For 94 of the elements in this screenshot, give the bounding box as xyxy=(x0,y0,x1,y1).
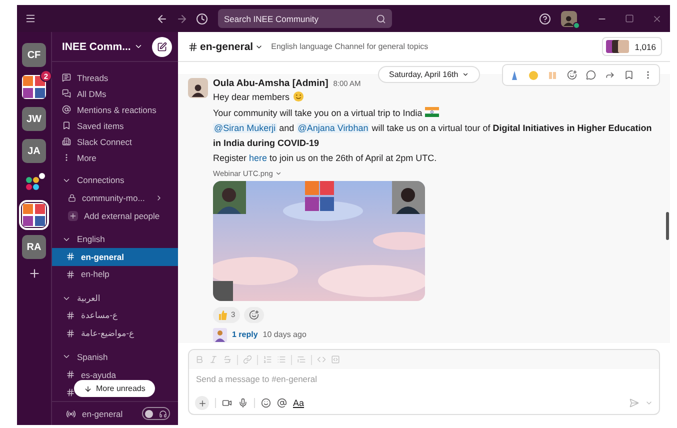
chevron-icon xyxy=(134,42,143,51)
section-title[interactable]: Connections xyxy=(77,175,124,186)
plus-icon xyxy=(198,398,206,408)
message-text: Register here to join us on the 26th of April at 2pm UTC. xyxy=(213,152,438,165)
compose-button[interactable] xyxy=(152,36,172,56)
close-icon[interactable] xyxy=(652,14,662,24)
date-divider[interactable]: Saturday, April 16th xyxy=(378,66,480,83)
huddle-channel: en-general xyxy=(82,408,123,418)
chevron-icon xyxy=(274,170,282,176)
plus-icon xyxy=(68,210,78,221)
nav-item[interactable]: All DMs xyxy=(77,88,106,99)
building-icon xyxy=(62,137,71,146)
thumbs-up-icon xyxy=(218,310,228,320)
reply-icon[interactable] xyxy=(586,70,596,80)
channel-name[interactable]: en-general xyxy=(188,40,264,52)
section-title[interactable]: English xyxy=(77,234,105,244)
formatting-button[interactable]: Aa xyxy=(293,398,304,408)
last-reply-time: 10 days ago xyxy=(262,330,306,339)
hash-icon xyxy=(66,388,75,397)
menu-icon[interactable] xyxy=(25,13,36,24)
author-avatar[interactable] xyxy=(188,78,208,98)
arrow-down-icon xyxy=(84,384,92,392)
channel-item[interactable]: ع-مساعدة xyxy=(52,306,178,324)
compose-icon xyxy=(157,42,167,52)
workspace-button[interactable] xyxy=(22,75,46,99)
message-text: Hey dear members xyxy=(213,90,660,104)
help-icon[interactable] xyxy=(539,12,551,24)
mention-icon[interactable] xyxy=(277,398,287,408)
hash-icon xyxy=(66,328,75,338)
user-avatar[interactable] xyxy=(561,10,577,26)
members-button[interactable]: 1,016 xyxy=(602,37,662,56)
maximize-icon[interactable] xyxy=(625,14,634,23)
channel-item[interactable]: en-help xyxy=(52,266,178,284)
add-reaction-icon xyxy=(249,310,260,320)
mic-icon[interactable] xyxy=(238,398,248,408)
smiley-icon xyxy=(292,91,304,102)
hash-icon xyxy=(66,252,75,262)
search-input[interactable]: Search INEE Community xyxy=(224,14,376,24)
section-title[interactable]: Spanish xyxy=(77,352,108,362)
hash-icon xyxy=(188,42,198,52)
huddle-icon xyxy=(66,408,76,418)
hash-icon xyxy=(66,370,75,380)
nav-item[interactable]: Slack Connect xyxy=(77,136,132,147)
section-title[interactable]: العربية xyxy=(77,292,100,304)
forward-icon[interactable] xyxy=(604,70,614,80)
message-composer[interactable]: Send a message to #en-general Aa xyxy=(188,349,660,415)
workspace-button[interactable]: CF xyxy=(22,43,46,67)
message-text: Your community will take you on a virtual trip to India xyxy=(213,106,660,120)
author-name[interactable]: Oula Abu-Amsha [Admin] xyxy=(213,78,328,89)
chat-icon xyxy=(62,89,71,98)
lock-icon xyxy=(68,194,76,202)
workspace-button[interactable] xyxy=(22,203,46,227)
history-icon[interactable] xyxy=(196,12,208,24)
message-field[interactable]: Send a message to #en-general xyxy=(189,369,659,389)
add-reaction-button[interactable] xyxy=(244,306,264,322)
add-icon[interactable] xyxy=(28,267,40,280)
search-field[interactable]: Search INEE Community xyxy=(218,9,392,28)
bookmark-icon xyxy=(62,121,71,130)
channel-item[interactable]: community-mo... xyxy=(52,189,178,207)
scrollbar[interactable] xyxy=(666,212,669,240)
channel-item[interactable]: ع-مواضيع-عامة xyxy=(52,324,178,342)
more-unreads-button[interactable]: More unreads xyxy=(74,380,156,397)
at-icon xyxy=(62,105,71,114)
mention-link[interactable]: @Anjana Virbhan xyxy=(296,123,370,133)
search-icon xyxy=(376,14,386,24)
video-icon[interactable] xyxy=(222,398,232,408)
nav-item[interactable]: More xyxy=(77,152,96,163)
add-reaction-icon[interactable] xyxy=(566,70,576,80)
flag-icon xyxy=(425,106,440,116)
bookmark-icon[interactable] xyxy=(624,70,634,80)
channel-description: English language Channel for general topics xyxy=(271,42,428,51)
workspace-button[interactable]: RA xyxy=(22,235,46,259)
attach-button[interactable] xyxy=(195,396,209,410)
channel-item[interactable]: en-general xyxy=(52,248,178,266)
nav-item[interactable]: Threads xyxy=(77,72,108,83)
hash-icon xyxy=(66,311,75,320)
forward-icon[interactable] xyxy=(176,12,188,24)
headphones-icon xyxy=(159,410,167,418)
mention-link[interactable]: @Siran Mukerji xyxy=(213,123,277,133)
nav-item[interactable]: Mentions & reactions xyxy=(77,104,156,115)
workspace-name[interactable]: INEE Comm... xyxy=(62,40,131,52)
replies-link[interactable]: 1 reply xyxy=(232,330,258,339)
nav-item[interactable]: Saved items xyxy=(77,120,124,131)
back-icon[interactable] xyxy=(156,12,168,24)
hash-icon xyxy=(66,270,75,279)
channel-item[interactable]: Add external people xyxy=(52,206,178,224)
emoji-icon[interactable] xyxy=(261,398,271,408)
chevron-icon xyxy=(462,71,470,78)
huddle-toggle[interactable] xyxy=(142,407,170,420)
threads-icon xyxy=(62,73,71,82)
workspace-button[interactable]: JA xyxy=(22,139,46,163)
replier-avatar xyxy=(213,328,227,342)
workspace-button[interactable]: JW xyxy=(22,107,46,131)
register-link[interactable]: here xyxy=(249,153,268,163)
